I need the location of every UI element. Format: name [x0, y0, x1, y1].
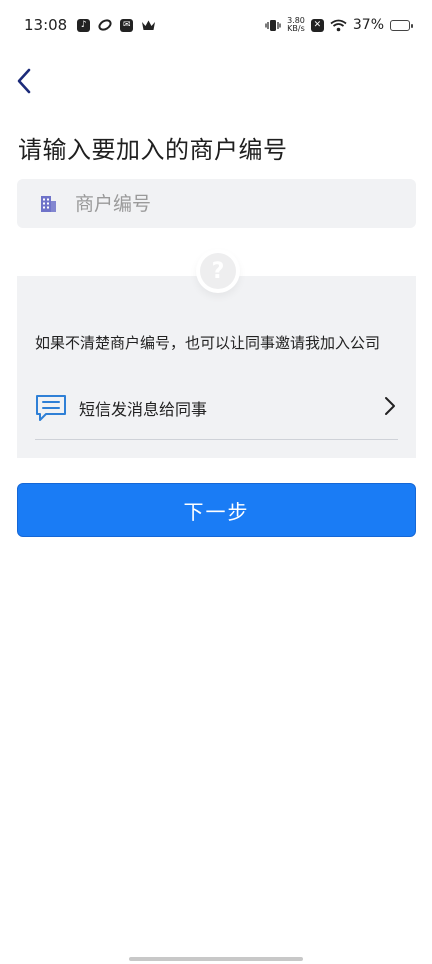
wifi-icon — [330, 19, 347, 32]
building-icon — [39, 194, 59, 214]
home-indicator[interactable] — [129, 957, 303, 961]
vibrate-icon — [265, 19, 281, 32]
chevron-right-icon — [384, 396, 396, 420]
help-bubble: ? — [196, 249, 240, 293]
no-sim-icon: ✕ — [310, 18, 324, 32]
crown-notification-icon — [141, 19, 156, 32]
page-title: 请输入要加入的商户编号 — [18, 136, 288, 164]
battery-percent: 37% — [352, 17, 384, 33]
merchant-number-field[interactable] — [17, 179, 416, 228]
app-notification-icon — [98, 18, 112, 32]
status-bar-right: 3.80 KB/s ✕ 37% — [265, 17, 413, 33]
back-button[interactable] — [12, 68, 36, 98]
next-step-button[interactable]: 下一步 — [17, 483, 416, 537]
battery-icon — [390, 19, 413, 31]
merchant-number-input[interactable] — [75, 183, 375, 224]
question-mark-icon: ? — [200, 253, 236, 289]
network-speed: 3.80 KB/s — [287, 17, 305, 33]
join-merchant-page: 13:08 ♪ ✉ 3.80 KB/s ✕ 37% 请输入要加入的商户编号 商户… — [0, 0, 432, 964]
status-bar-left: 13:08 ♪ ✉ — [24, 16, 156, 34]
chat-message-icon — [35, 394, 67, 422]
message-notification-icon: ✉ — [120, 18, 134, 32]
network-speed-unit: KB/s — [287, 24, 305, 33]
status-time: 13:08 — [24, 16, 68, 34]
tiktok-notification-icon: ♪ — [77, 18, 91, 32]
status-bar: 13:08 ♪ ✉ 3.80 KB/s ✕ 37% — [0, 0, 432, 50]
sms-option-label: 短信发消息给同事 — [79, 399, 208, 419]
sms-colleague-option[interactable]: 短信发消息给同事 — [35, 388, 398, 440]
help-hint-text: 如果不清楚商户编号，也可以让同事邀请我加入公司 — [35, 334, 381, 352]
chevron-left-icon — [16, 68, 32, 98]
